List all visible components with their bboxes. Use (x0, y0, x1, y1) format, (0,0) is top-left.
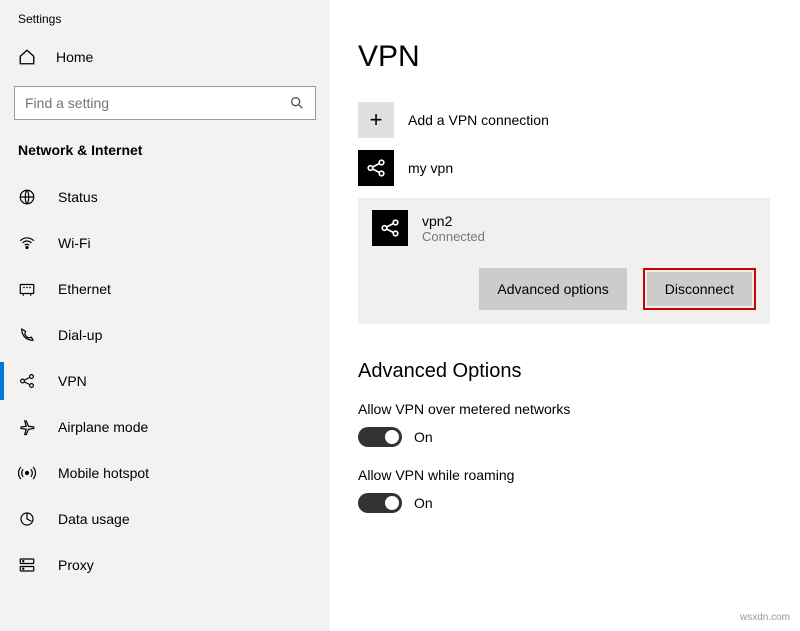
vpn-tile-icon (372, 210, 408, 246)
sidebar-item-dialup[interactable]: Dial-up (0, 312, 330, 358)
sidebar-item-label: Data usage (58, 511, 130, 527)
toggle-roaming-label: Allow VPN while roaming (358, 467, 770, 483)
vpn-selected-status: Connected (422, 229, 485, 244)
sidebar-item-datausage[interactable]: Data usage (0, 496, 330, 542)
window-title: Settings (0, 12, 330, 36)
search-input[interactable] (25, 95, 289, 111)
add-vpn-label: Add a VPN connection (408, 112, 549, 128)
ethernet-icon (18, 280, 36, 298)
vpn-buttons: Advanced options Disconnect (372, 268, 756, 310)
vpn-selected-header: vpn2 Connected (372, 210, 756, 246)
status-icon (18, 188, 36, 206)
hotspot-icon (18, 464, 36, 482)
main-content: VPN + Add a VPN connection my vpn vpn2 C… (330, 0, 800, 631)
proxy-icon (18, 556, 36, 574)
sidebar-item-wifi[interactable]: Wi-Fi (0, 220, 330, 266)
attribution: wsxdn.com (740, 612, 790, 623)
sidebar-item-label: VPN (58, 373, 87, 389)
add-vpn-row[interactable]: + Add a VPN connection (358, 102, 770, 138)
sidebar-item-label: Status (58, 189, 98, 205)
vpn-item-name: my vpn (408, 160, 453, 176)
disconnect-highlight: Disconnect (643, 268, 756, 310)
disconnect-button[interactable]: Disconnect (647, 272, 752, 306)
sidebar-item-label: Dial-up (58, 327, 102, 343)
home-icon (18, 48, 36, 66)
vpn-item[interactable]: my vpn (358, 150, 770, 186)
page-title: VPN (358, 40, 770, 74)
airplane-icon (18, 418, 36, 436)
wifi-icon (18, 234, 36, 252)
section-header: Network & Internet (0, 138, 330, 174)
sidebar-item-label: Airplane mode (58, 419, 148, 435)
toggle-roaming: Allow VPN while roaming On (358, 467, 770, 513)
toggle-roaming-state: On (414, 495, 433, 511)
search-icon (289, 95, 305, 111)
sidebar-item-proxy[interactable]: Proxy (0, 542, 330, 588)
data-usage-icon (18, 510, 36, 528)
vpn-selected-name: vpn2 (422, 213, 485, 229)
sidebar-item-status[interactable]: Status (0, 174, 330, 220)
sidebar-item-vpn[interactable]: VPN (0, 358, 330, 404)
vpn-icon (18, 372, 36, 390)
home-label: Home (56, 49, 93, 65)
vpn-selected-item[interactable]: vpn2 Connected Advanced options Disconne… (358, 198, 770, 324)
sidebar-item-label: Proxy (58, 557, 94, 573)
plus-icon: + (358, 102, 394, 138)
search-box[interactable] (14, 86, 316, 120)
sidebar-item-label: Ethernet (58, 281, 111, 297)
toggle-metered-label: Allow VPN over metered networks (358, 401, 770, 417)
toggle-metered-switch[interactable] (358, 427, 402, 447)
sidebar-item-hotspot[interactable]: Mobile hotspot (0, 450, 330, 496)
vpn-tile-icon (358, 150, 394, 186)
advanced-options-button[interactable]: Advanced options (479, 268, 626, 310)
sidebar-item-label: Wi-Fi (58, 235, 91, 251)
toggle-roaming-switch[interactable] (358, 493, 402, 513)
sidebar-item-label: Mobile hotspot (58, 465, 149, 481)
sidebar-item-airplane[interactable]: Airplane mode (0, 404, 330, 450)
dialup-icon (18, 326, 36, 344)
toggle-metered: Allow VPN over metered networks On (358, 401, 770, 447)
toggle-metered-state: On (414, 429, 433, 445)
advanced-options-title: Advanced Options (358, 360, 770, 383)
sidebar-item-ethernet[interactable]: Ethernet (0, 266, 330, 312)
home-nav[interactable]: Home (0, 36, 330, 78)
sidebar: Settings Home Network & Internet Status … (0, 0, 330, 631)
